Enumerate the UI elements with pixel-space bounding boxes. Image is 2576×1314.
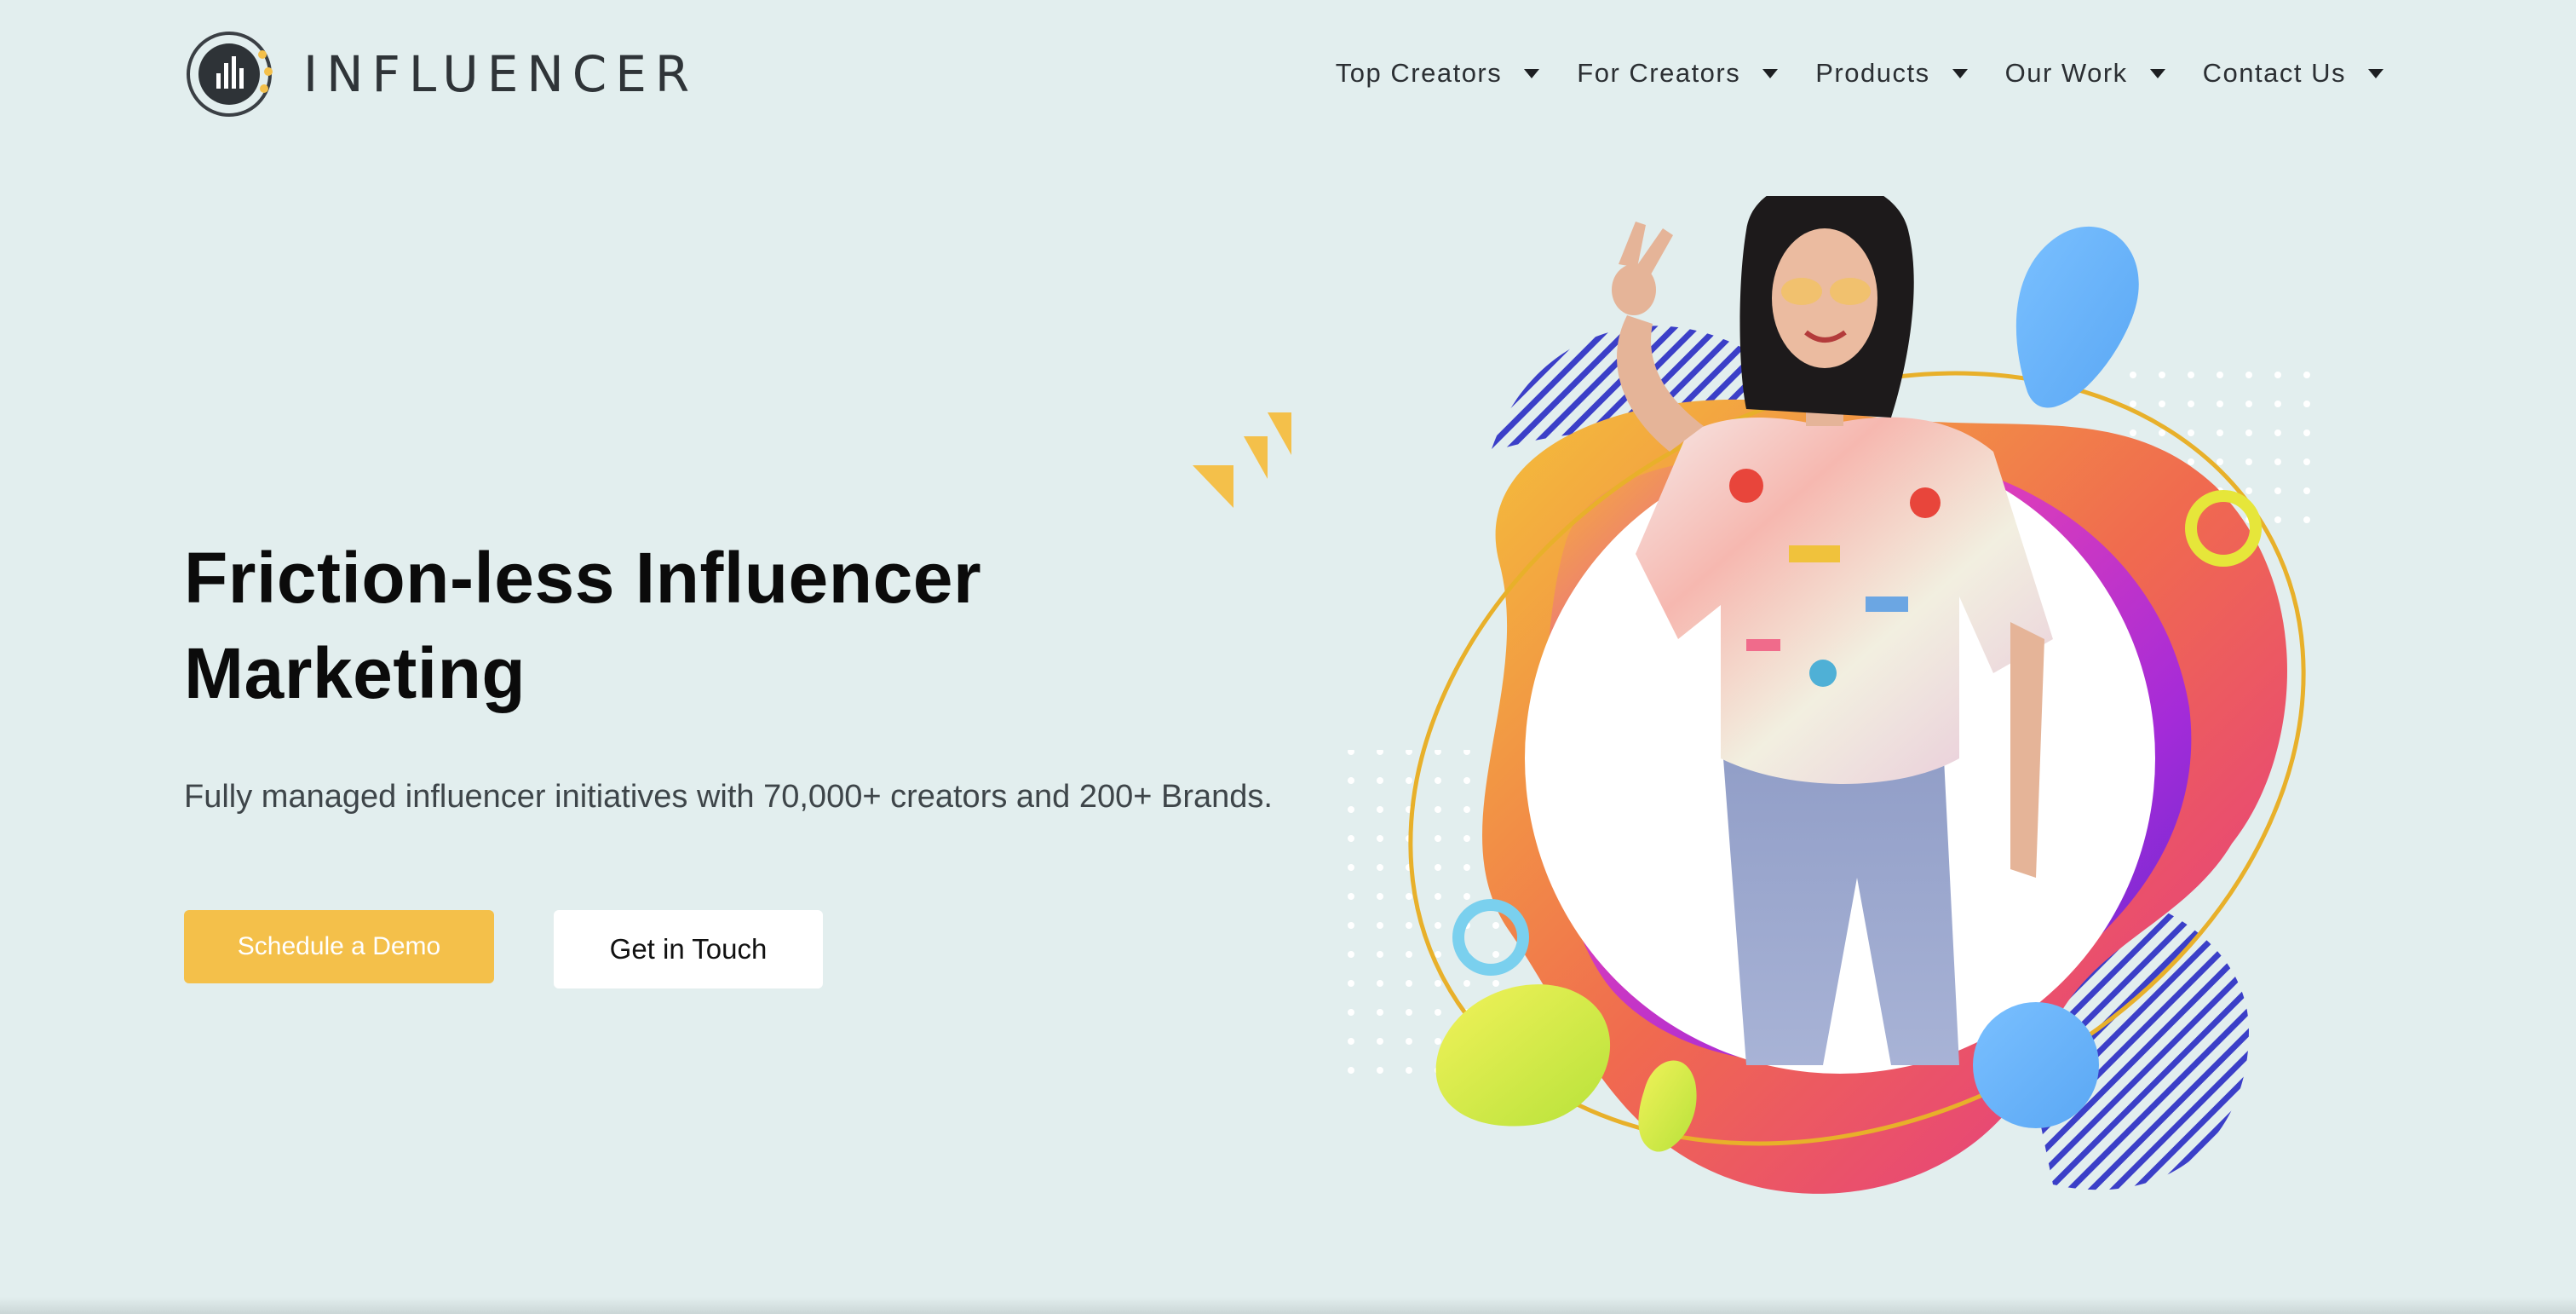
nav-for-creators[interactable]: For Creators: [1577, 51, 1779, 95]
nav-label: For Creators: [1577, 58, 1741, 88]
caret-down-icon: [2368, 68, 2383, 78]
nav-top-creators[interactable]: Top Creators: [1335, 51, 1540, 95]
nav-label: Contact Us: [2202, 58, 2346, 88]
triple-chevron-icon: [1193, 412, 1291, 508]
hero-title-line2: Marketing: [184, 633, 526, 713]
main-nav: Top Creators For Creators Products Our W…: [1298, 51, 2383, 95]
hero-title: Friction-less Influencer Marketing: [184, 530, 1206, 721]
logo[interactable]: INFLUENCER: [184, 29, 698, 119]
caret-down-icon: [1762, 68, 1779, 78]
hero-illustration: [1346, 196, 2326, 1194]
section-divider: [0, 1297, 2576, 1314]
hero-subtitle: Fully managed influencer initiatives wit…: [184, 779, 1273, 815]
nav-contact-us[interactable]: Contact Us: [2203, 51, 2383, 95]
hero-title-line1: Friction-less Influencer: [184, 538, 982, 618]
nav-label: Our Work: [2004, 58, 2128, 88]
caret-down-icon: [1952, 68, 1968, 78]
nav-our-work[interactable]: Our Work: [2005, 51, 2165, 95]
caret-down-icon: [1524, 68, 1540, 78]
schedule-demo-button[interactable]: Schedule a Demo: [184, 910, 494, 983]
get-in-touch-button[interactable]: Get in Touch: [554, 910, 823, 988]
nav-label: Products: [1815, 58, 1930, 88]
caret-down-icon: [2149, 68, 2165, 78]
nav-products[interactable]: Products: [1815, 51, 1968, 95]
brand-name: INFLUENCER: [303, 45, 699, 103]
nav-label: Top Creators: [1335, 58, 1503, 88]
bar-chart-circle-icon: [187, 32, 273, 117]
landing-page: INFLUENCER Top Creators For Creators Pro…: [0, 0, 2576, 1314]
